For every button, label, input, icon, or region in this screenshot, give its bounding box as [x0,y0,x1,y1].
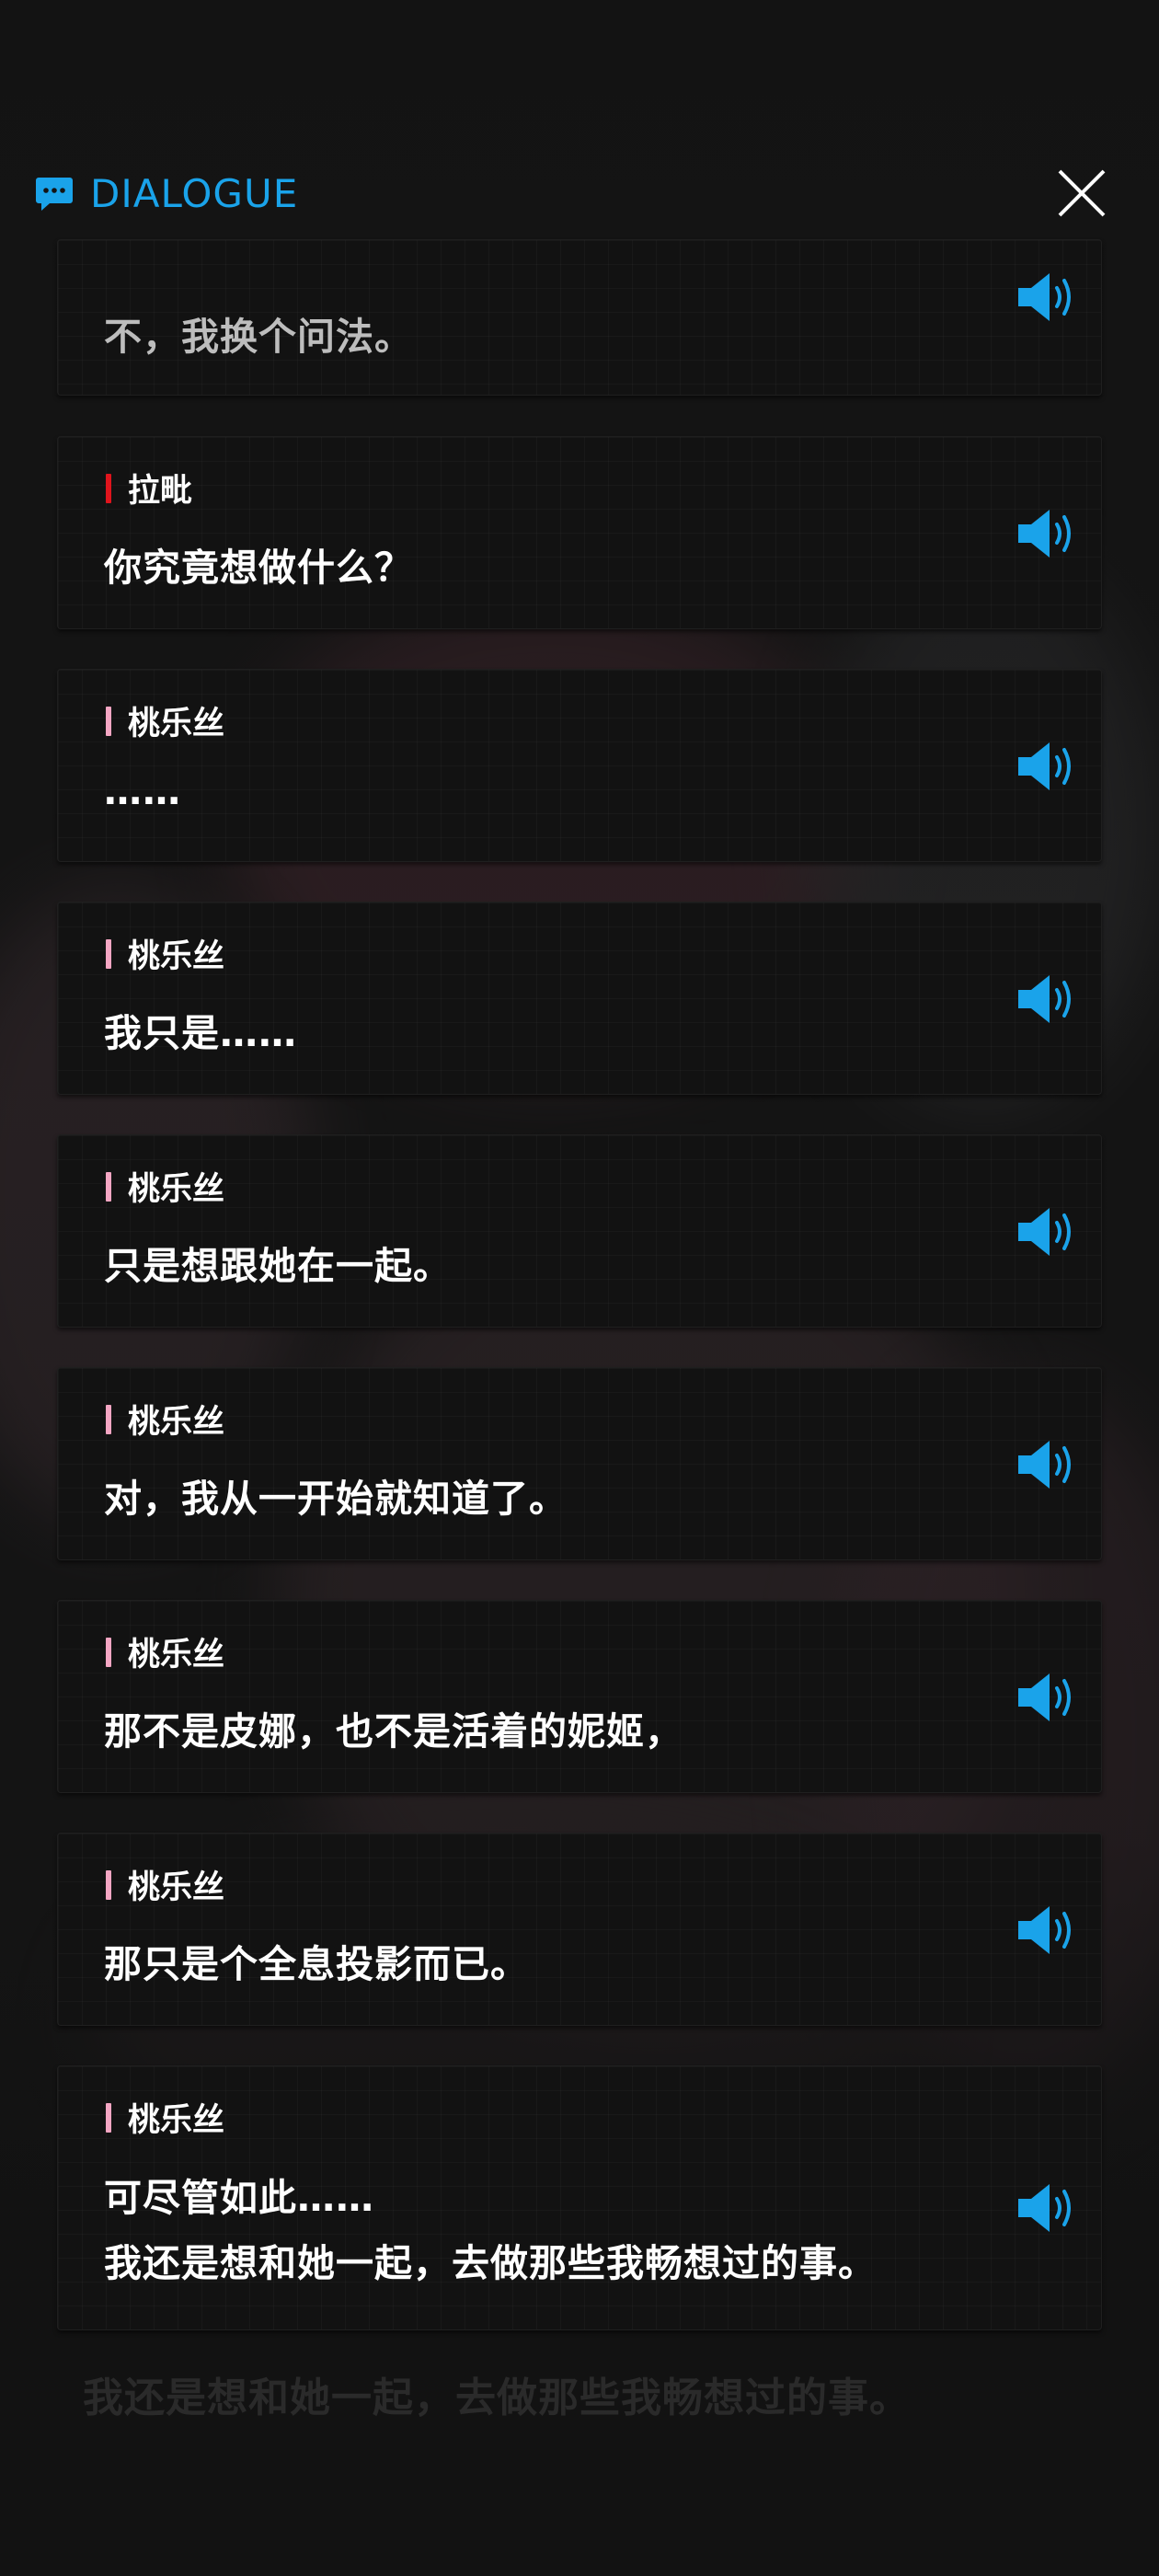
dialogue-entry: 拉毗 你究竟想做什么？ [57,436,1102,629]
dialogue-line: 我还是想和她一起，去做那些我畅想过的事。 [104,2241,877,2285]
play-voice-button[interactable] [1015,1435,1081,1494]
speaker-volume-icon[interactable] [1015,970,1081,1029]
dialogue-line: 可尽管如此…… [104,2176,374,2220]
play-voice-button[interactable] [1015,737,1081,796]
dialogue-entry: 桃乐丝 可尽管如此…… 我还是想和她一起，去做那些我畅想过的事。 [57,2065,1102,2330]
dialogue-title: DIALOGUE [90,171,299,216]
dialogue-line: 那不是皮娜，也不是活着的妮姬， [104,1709,683,1754]
speaker-label: 桃乐丝 [106,1861,224,1908]
dialogue-line: 你究竟想做什么？ [104,546,413,590]
speaker-color-bar [106,938,111,969]
close-icon[interactable] [1054,166,1109,221]
dialogue-header: DIALOGUE [0,0,1159,276]
dialogue-entry: 桃乐丝 那只是个全息投影而已。 [57,1833,1102,2026]
speaker-label: 桃乐丝 [106,1628,224,1675]
play-voice-button[interactable] [1015,1668,1081,1727]
dialogue-line: 对，我从一开始就知道了。 [104,1477,568,1521]
speaker-volume-icon[interactable] [1015,737,1081,796]
dialogue-line: …… [104,769,181,813]
dialogue-entry: 桃乐丝 我只是…… [57,902,1102,1095]
speaker-label: 桃乐丝 [106,930,224,977]
speaker-label: 桃乐丝 [106,697,224,744]
dialogue-line: 不，我换个问法。 [104,315,413,359]
speaker-volume-icon[interactable] [1015,2179,1081,2237]
speaker-volume-icon[interactable] [1015,504,1081,563]
speaker-color-bar [106,473,111,503]
speaker-name: 桃乐丝 [128,1637,225,1673]
dialogue-entry: 不，我换个问法。 [57,239,1102,396]
speaker-label: 桃乐丝 [106,1163,224,1210]
play-voice-button[interactable] [1015,1901,1081,1960]
dialogue-entry: 桃乐丝 对，我从一开始就知道了。 [57,1367,1102,1560]
speaker-color-bar [106,706,111,736]
speaker-color-bar [106,2102,111,2133]
speaker-name: 桃乐丝 [128,1869,225,1906]
speaker-name: 桃乐丝 [128,706,225,742]
play-voice-button[interactable] [1015,2179,1081,2237]
speaker-volume-icon[interactable] [1015,1901,1081,1960]
speaker-volume-icon[interactable] [1015,1668,1081,1727]
speaker-name: 拉毗 [128,473,193,510]
play-voice-button[interactable] [1015,268,1081,327]
speaker-color-bar [106,1171,111,1202]
speaker-volume-icon[interactable] [1015,1435,1081,1494]
play-voice-button[interactable] [1015,504,1081,563]
dialogue-entry: 桃乐丝 只是想跟她在一起。 [57,1134,1102,1328]
speaker-name: 桃乐丝 [128,2102,225,2139]
play-voice-button[interactable] [1015,1202,1081,1261]
dialogue-title-group: DIALOGUE [35,171,298,216]
speaker-name: 桃乐丝 [128,938,225,975]
speaker-color-bar [106,1404,111,1434]
speaker-label: 桃乐丝 [106,2094,224,2141]
speaker-color-bar [106,1869,111,1900]
speaker-name: 桃乐丝 [128,1404,225,1441]
speaker-volume-icon[interactable] [1015,268,1081,327]
background-caption: 我还是想和她一起，去做那些我畅想过的事。 [83,2375,911,2421]
close-button[interactable] [1054,166,1109,221]
dialogue-entry: 桃乐丝 …… [57,669,1102,862]
speaker-label: 桃乐丝 [106,1396,224,1443]
speaker-volume-icon[interactable] [1015,1202,1081,1261]
play-voice-button[interactable] [1015,970,1081,1029]
dialogue-entry: 桃乐丝 那不是皮娜，也不是活着的妮姬， [57,1600,1102,1793]
dialogue-line: 我只是…… [104,1011,297,1055]
speaker-label: 拉毗 [106,465,192,512]
dialogue-line: 只是想跟她在一起。 [104,1244,452,1288]
dialogue-line: 那只是个全息投影而已。 [104,1942,529,1986]
chat-bubble-icon [35,176,74,213]
speaker-color-bar [106,1637,111,1667]
speaker-name: 桃乐丝 [128,1171,225,1208]
